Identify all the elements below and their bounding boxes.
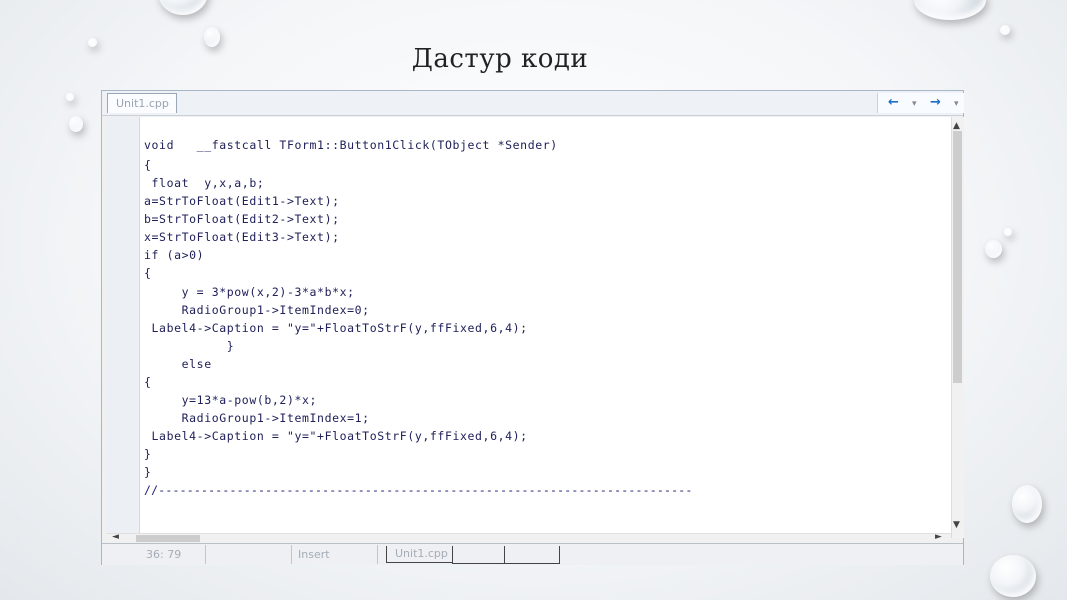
bottom-tab-unit1-cpp[interactable]: Unit1.cpp <box>386 546 452 563</box>
code-line: } <box>144 465 152 479</box>
code-line: float y,x,a,b; <box>144 176 265 190</box>
line-gutter <box>106 117 140 542</box>
code-line: Label4->Caption = "y="+FloatToStrF(y,ffF… <box>144 429 528 443</box>
water-drop-decoration <box>990 555 1036 597</box>
chevron-down-icon[interactable]: ▾ <box>954 96 959 113</box>
code-editor-window: Unit1.cpp ← ▾ → ▾ void __fastcall TForm1… <box>101 90 964 565</box>
water-drop-decoration <box>1000 25 1010 35</box>
insert-mode-indicator: Insert <box>292 545 378 564</box>
vertical-scroll-thumb[interactable] <box>953 131 962 383</box>
scroll-right-icon[interactable]: ► <box>935 532 942 542</box>
slide-title: Дастур коди <box>411 44 589 74</box>
code-line: { <box>144 375 152 389</box>
code-line: } <box>144 447 152 461</box>
code-line: { <box>144 158 152 172</box>
water-drop-decoration <box>914 0 986 20</box>
scroll-up-icon[interactable]: ▲ <box>953 121 960 131</box>
back-arrow-icon[interactable]: ← <box>888 94 899 111</box>
editor-tab-bar: Unit1.cpp ← ▾ → ▾ <box>102 91 964 116</box>
code-line: Label4->Caption = "y="+FloatToStrF(y,ffF… <box>144 321 528 335</box>
forward-arrow-icon[interactable]: → <box>930 94 941 111</box>
code-editor-area[interactable]: void __fastcall TForm1::Button1Click(TOb… <box>140 117 951 542</box>
cursor-position: 36: 79 <box>108 545 206 564</box>
water-drop-decoration <box>66 93 74 101</box>
code-line: void __fastcall TForm1::Button1Click(TOb… <box>144 138 558 152</box>
water-drop-decoration <box>1012 485 1042 523</box>
code-line: } <box>144 339 235 353</box>
navigation-controls: ← ▾ → ▾ <box>877 93 964 113</box>
code-line: y=13*a-pow(b,2)*x; <box>144 393 318 407</box>
water-drop-decoration <box>1004 228 1012 236</box>
chevron-down-icon[interactable]: ▾ <box>912 96 917 113</box>
code-line: RadioGroup1->ItemIndex=0; <box>144 303 370 317</box>
code-line-divider: //--------------------------------------… <box>144 483 693 497</box>
scroll-left-icon[interactable]: ◄ <box>112 532 119 542</box>
bottom-tab[interactable] <box>452 546 505 564</box>
bottom-tab[interactable] <box>504 546 560 564</box>
code-line: RadioGroup1->ItemIndex=1; <box>144 411 370 425</box>
code-line: b=StrToFloat(Edit2->Text); <box>144 212 340 226</box>
status-bar: 36: 79 Insert Unit1.cpp <box>102 543 963 565</box>
horizontal-scroll-thumb[interactable] <box>136 535 200 542</box>
water-drop-decoration <box>985 240 1002 258</box>
scroll-down-icon[interactable]: ▼ <box>953 520 960 530</box>
tab-unit1-cpp[interactable]: Unit1.cpp <box>107 93 177 113</box>
water-drop-decoration <box>158 0 208 15</box>
code-line: y = 3*pow(x,2)-3*a*b*x; <box>144 285 355 299</box>
code-line: x=StrToFloat(Edit3->Text); <box>144 230 340 244</box>
modified-indicator <box>206 545 292 564</box>
code-line: a=StrToFloat(Edit1->Text); <box>144 194 340 208</box>
code-line: else <box>144 357 212 371</box>
code-line: { <box>144 266 152 280</box>
code-line: if (a>0) <box>144 248 205 262</box>
water-drop-decoration <box>69 116 83 132</box>
